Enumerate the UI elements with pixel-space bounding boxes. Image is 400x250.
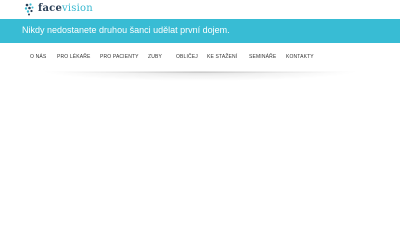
content-area bbox=[0, 82, 400, 250]
logo-bar: facevision bbox=[0, 0, 400, 19]
logo-text-accent: vision bbox=[62, 3, 93, 14]
nav-item-pro-pacienty[interactable]: PRO PACIENTY bbox=[100, 54, 139, 61]
nav-shadow bbox=[40, 71, 360, 81]
tagline: Nikdy nedostanete druhou šanci udělat pr… bbox=[22, 25, 230, 35]
nav-item-seminare[interactable]: SEMINÁŘE bbox=[249, 54, 276, 61]
nav-item-kontakty[interactable]: KONTAKTY bbox=[286, 54, 314, 61]
logo-text: facevision bbox=[38, 3, 93, 15]
logo-icon bbox=[23, 2, 35, 16]
nav-item-pro-lekare[interactable]: PRO LÉKAŘE bbox=[57, 54, 90, 61]
nav-item-ke-stazeni[interactable]: KE STAŽENÍ bbox=[207, 54, 237, 61]
logo-link[interactable]: facevision bbox=[23, 1, 93, 17]
nav-item-oblicej[interactable]: OBLIČEJ bbox=[176, 54, 198, 61]
nav-item-zuby[interactable]: ZUBY bbox=[148, 54, 162, 61]
tagline-banner: Nikdy nedostanete druhou šanci udělat pr… bbox=[0, 19, 400, 43]
nav-item-o-nas[interactable]: O NÁS bbox=[30, 54, 46, 61]
main-nav: O NÁS PRO LÉKAŘE PRO PACIENTY ZUBY OBLIČ… bbox=[0, 43, 400, 73]
page: facevision Nikdy nedostanete druhou šanc… bbox=[0, 0, 400, 250]
logo-text-main: face bbox=[38, 3, 63, 14]
